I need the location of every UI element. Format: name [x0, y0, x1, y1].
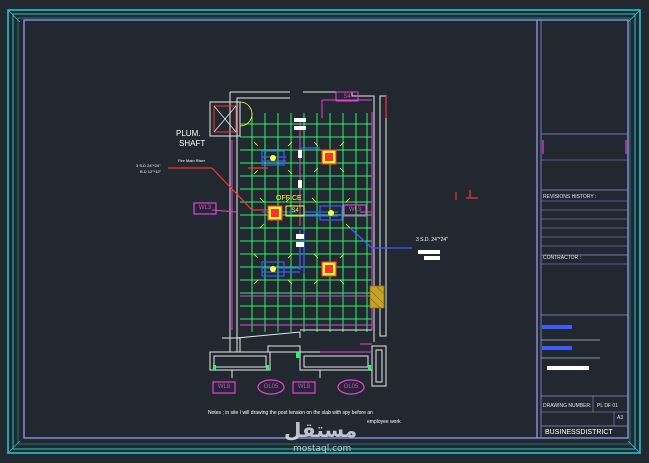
drawing-number-value: PL DF 01 [597, 403, 618, 409]
project-name: BUSINESSDISTRICT [545, 429, 613, 436]
legend-blue-bar-1 [542, 325, 572, 329]
tag-gl05-left[interactable]: GL05 [258, 384, 284, 390]
ceiling-grid [240, 113, 372, 332]
watermark-latin: mostaql.com [293, 444, 352, 454]
spec-right-bar-1 [418, 250, 440, 254]
notes-line-2: employee work [367, 419, 401, 425]
tag-s4-top[interactable]: S4 [336, 94, 358, 100]
column-hatch [369, 285, 385, 309]
contractor-label: CONTRACTOR : [543, 255, 581, 261]
tag-s4-mid[interactable]: S4 [286, 208, 304, 214]
fire-main-riser-label: Fire Main Riser [178, 158, 206, 163]
spec-left-line-1: 3 S.D 24"*24" [136, 163, 161, 168]
revisions-history-label: REVISIONS HISTORY : [543, 194, 597, 200]
spec-left-line-2: B.D 12"*12" [140, 169, 162, 174]
plumbing-shaft [209, 101, 253, 137]
floor-plan[interactable] [168, 91, 478, 395]
tag-wl3-right[interactable]: WL3 [344, 207, 366, 213]
title-block [536, 20, 628, 438]
cad-drawing-canvas[interactable] [0, 0, 649, 463]
watermark-arabic: مستقل [284, 418, 358, 442]
notes-line-1: Notes ; in site I will drawing the post … [208, 410, 373, 416]
plum-shaft-label-2: SHAFT [179, 139, 206, 148]
plum-shaft-label-1: PLUM. [176, 129, 201, 138]
tag-wl8-right[interactable]: WL8 [293, 384, 315, 390]
sheet-size: A3 [617, 415, 624, 421]
sheet-border [7, 9, 641, 454]
legend-white-bar [547, 366, 589, 370]
office-label: OFFICE [276, 195, 302, 202]
tag-wl3-left[interactable]: WL3 [194, 205, 216, 211]
drawing-number-label: DRAWING NUMBER: [543, 403, 592, 409]
spec-right-label: 3 S.D. 24"*24" [416, 237, 448, 243]
legend-blue-bar-2 [542, 346, 572, 350]
blue-ducts [262, 147, 412, 274]
spec-right-bar-2 [424, 256, 440, 260]
tag-gl05-right[interactable]: GL05 [338, 384, 364, 390]
tag-wl8-left[interactable]: WL8 [213, 384, 235, 390]
